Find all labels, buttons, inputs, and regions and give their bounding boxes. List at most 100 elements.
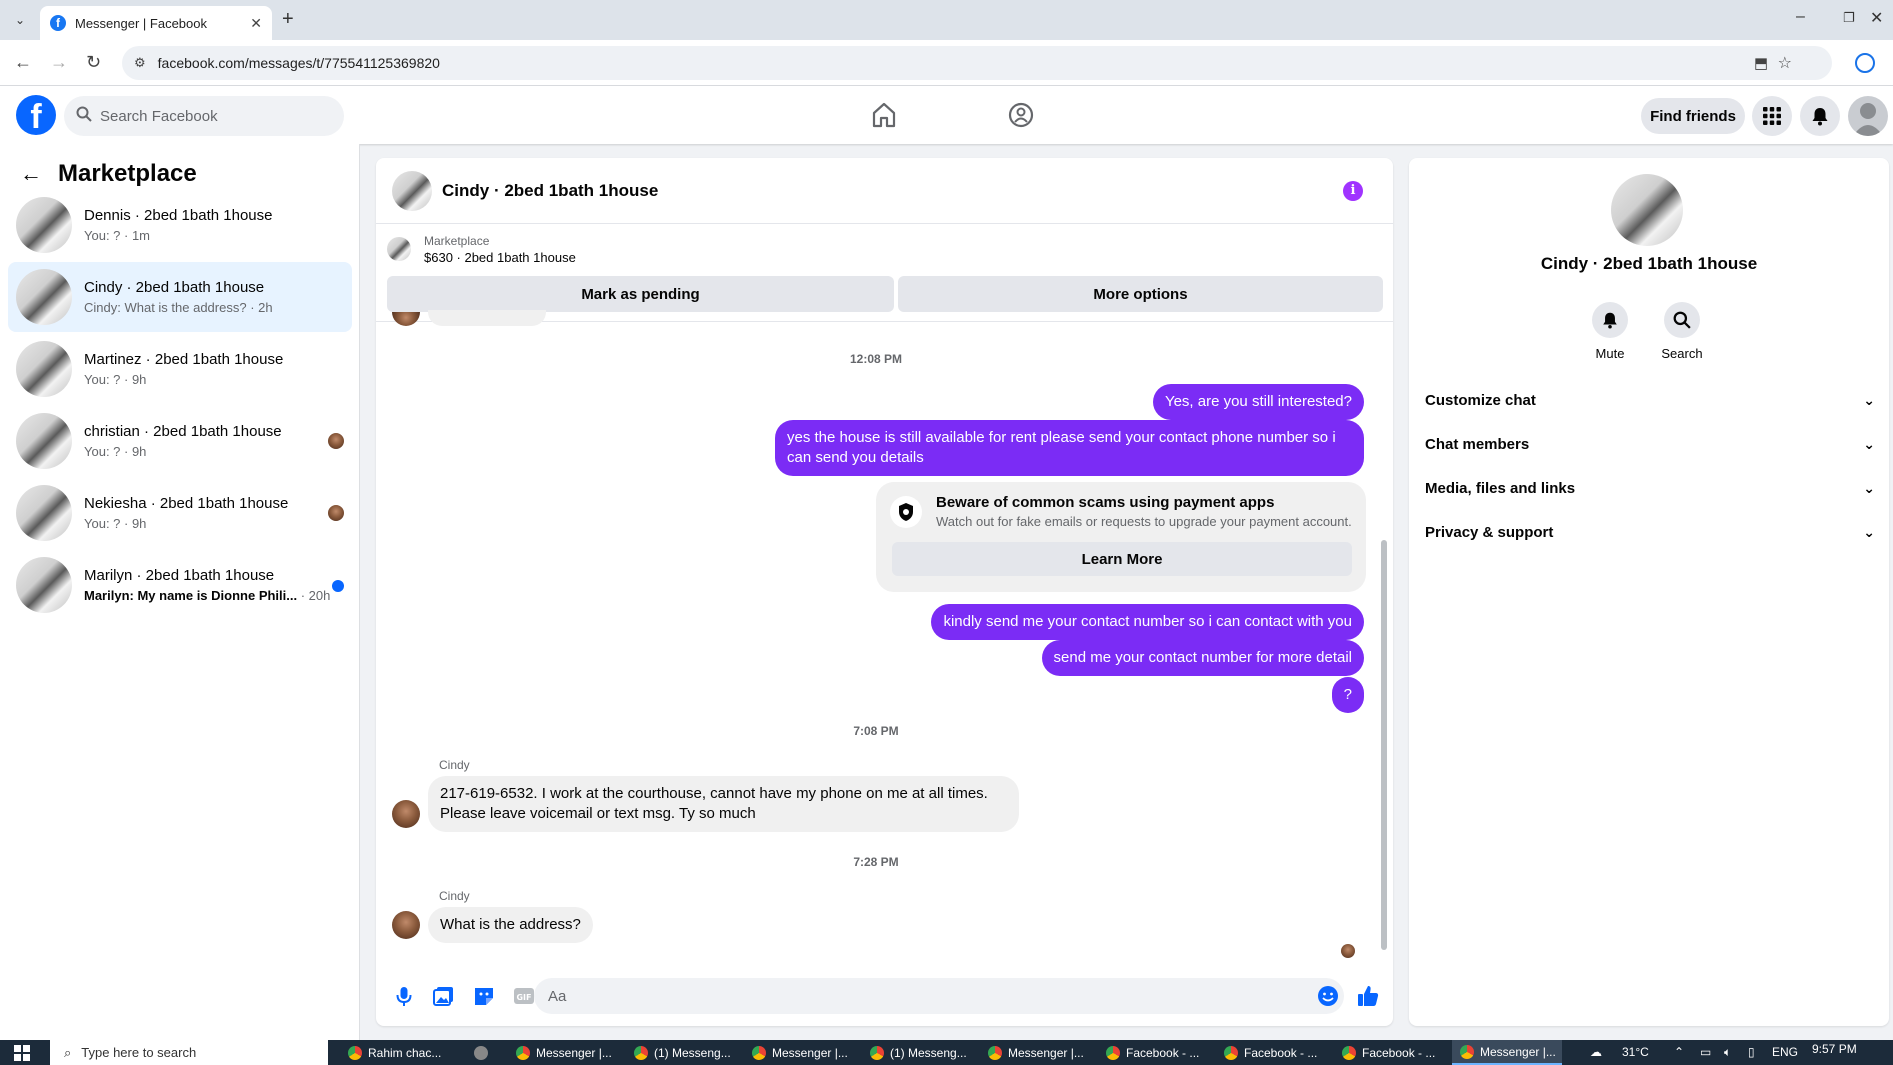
learn-more-button[interactable]: Learn More [892,542,1352,576]
language-indicator[interactable]: ENG [1772,1045,1798,1059]
conversation-item-nekiesha[interactable]: Nekiesha · 2bed 1bath 1house You: ? · 9h [8,478,352,548]
conversation-item-martinez[interactable]: Martinez · 2bed 1bath 1house You: ? · 9h [8,334,352,404]
taskbar-search[interactable]: ⌕ Type here to search [50,1040,328,1065]
display-icon[interactable]: ▯ [1748,1045,1755,1059]
menu-grid-icon[interactable] [1752,96,1792,136]
url-text[interactable]: facebook.com/messages/t/775541125369820 [158,55,440,71]
listing-price-title[interactable]: $630 · 2bed 1bath 1house [424,250,576,265]
conversation-item-marilyn[interactable]: Marilyn · 2bed 1bath 1house Marilyn: My … [8,550,352,620]
sticker-icon[interactable] [472,984,496,1008]
facebook-search-input[interactable] [100,107,320,125]
notifications-bell-icon[interactable] [1800,96,1840,136]
find-friends-button[interactable]: Find friends [1641,98,1745,134]
chrome-profile-icon[interactable] [1855,53,1875,73]
bookmark-star-icon[interactable]: ☆ [1778,53,1792,73]
outgoing-message[interactable]: send me your contact number for more det… [1041,640,1364,676]
thumbs-up-icon[interactable] [1356,984,1380,1008]
microphone-icon[interactable] [392,984,416,1008]
conversation-item-christian[interactable]: christian · 2bed 1bath 1house You: ? · 9… [8,406,352,476]
taskbar-item[interactable] [466,1040,500,1065]
restore-icon[interactable]: ❐ [1843,10,1855,26]
unread-dot [332,580,344,592]
back-icon[interactable]: ← [14,52,32,73]
chevron-down-icon: ⌄ [1863,479,1875,496]
mark-as-pending-button[interactable]: Mark as pending [387,276,894,312]
scam-warning-title: Beware of common scams using payment app… [936,494,1275,511]
chat-members-section[interactable]: Chat members ⌄ [1425,424,1875,464]
conversation-info-icon[interactable]: i [1343,181,1363,201]
chrome-icon [752,1045,766,1060]
mute-button[interactable]: Mute [1580,302,1640,361]
account-avatar[interactable] [1848,96,1888,136]
site-info-icon[interactable]: ⚙ [134,55,146,71]
taskbar-item[interactable]: (1) Messeng... [626,1040,731,1065]
customize-chat-section[interactable]: Customize chat ⌄ [1425,380,1875,420]
facebook-logo-icon[interactable]: f [16,95,56,136]
conversation-name: Martinez · 2bed 1bath 1house [84,351,284,368]
back-arrow-icon[interactable]: ← [20,161,42,187]
home-icon[interactable] [869,100,899,130]
reload-icon[interactable]: ↻ [86,52,101,73]
address-bar[interactable]: ⚙ facebook.com/messages/t/77554112536982… [122,46,1832,80]
taskbar-item[interactable]: Facebook - ... [1098,1040,1199,1065]
chat-scrollbar[interactable] [1379,322,1389,962]
chrome-icon [870,1045,884,1060]
install-app-icon[interactable]: ⬒ [1754,54,1768,72]
close-window-icon[interactable]: ✕ [1870,8,1883,28]
marketplace-listing-bar: Marketplace $630 · 2bed 1bath 1house Mar… [376,224,1393,322]
photo-gallery-icon[interactable] [432,984,456,1008]
section-label: Privacy & support [1425,523,1554,541]
emoji-icon[interactable] [1316,984,1340,1008]
groups-icon[interactable] [1006,100,1036,130]
outgoing-message[interactable]: Yes, are you still interested? [1152,384,1364,420]
taskbar-item[interactable]: Messenger |... [744,1040,848,1065]
outgoing-message[interactable]: yes the house is still available for ren… [775,420,1364,476]
tab-search-chevron-icon[interactable]: ⌄ [10,10,30,30]
message-input[interactable] [534,978,1344,1014]
minimize-icon[interactable]: – [1796,8,1805,26]
search-in-conversation-button[interactable]: Search [1652,302,1712,361]
marketplace-label: Marketplace [424,234,490,248]
chat-avatar[interactable] [392,170,432,211]
forward-icon[interactable]: → [50,52,68,73]
mute-label: Mute [1595,346,1625,361]
outgoing-message[interactable]: ? [1331,677,1364,713]
taskbar-search-placeholder: Type here to search [81,1045,197,1060]
browser-tab-messenger[interactable]: f Messenger | Facebook ✕ [40,6,272,40]
close-tab-icon[interactable]: ✕ [250,15,262,32]
media-files-links-section[interactable]: Media, files and links ⌄ [1425,468,1875,508]
sender-avatar[interactable] [392,911,420,939]
scrollbar-thumb[interactable] [1381,540,1387,950]
windows-start-icon[interactable] [14,1045,30,1061]
chevron-down-icon: ⌄ [1863,523,1875,540]
gif-icon[interactable]: GIF [512,984,536,1008]
listing-thumbnail [16,413,72,469]
volume-icon[interactable]: 🔈︎ [1724,1045,1731,1060]
conversation-item-cindy[interactable]: Cindy · 2bed 1bath 1house Cindy: What is… [8,262,352,332]
weather-icon[interactable]: ☁ [1590,1045,1602,1059]
clock[interactable]: 9:57 PM [1812,1042,1857,1056]
browser-toolbar: ← → ↻ ⚙ facebook.com/messages/t/77554112… [0,40,1893,86]
taskbar-item[interactable]: Facebook - ... [1334,1040,1435,1065]
taskbar-item-active[interactable]: Messenger |... [1452,1040,1562,1065]
taskbar-item[interactable]: (1) Messeng... [862,1040,967,1065]
network-icon[interactable]: ▭ [1700,1045,1711,1059]
weather-temperature[interactable]: 31°C [1622,1045,1649,1059]
privacy-support-section[interactable]: Privacy & support ⌄ [1425,512,1875,552]
facebook-search-box[interactable] [64,96,344,136]
conversation-item-dennis[interactable]: Dennis · 2bed 1bath 1house You: ? · 1m [8,190,352,260]
taskbar-item[interactable]: Messenger |... [508,1040,612,1065]
chevron-down-icon: ⌄ [1863,391,1875,408]
taskbar-item[interactable]: Rahim chac... [340,1040,441,1065]
new-tab-icon[interactable]: + [282,8,294,31]
outgoing-message[interactable]: kindly send me your contact number so i … [931,604,1364,640]
chat-title[interactable]: Cindy · 2bed 1bath 1house [442,181,658,201]
sender-avatar[interactable] [392,800,420,828]
taskbar-item[interactable]: Facebook - ... [1216,1040,1317,1065]
incoming-message[interactable]: What is the address? [428,907,593,943]
taskbar-item[interactable]: Messenger |... [980,1040,1084,1065]
contact-avatar[interactable] [1611,174,1683,246]
more-options-button[interactable]: More options [898,276,1383,312]
tray-chevron-up-icon[interactable]: ⌃ [1674,1045,1684,1059]
incoming-message[interactable]: 217-619-6532. I work at the courthouse, … [428,776,1019,832]
